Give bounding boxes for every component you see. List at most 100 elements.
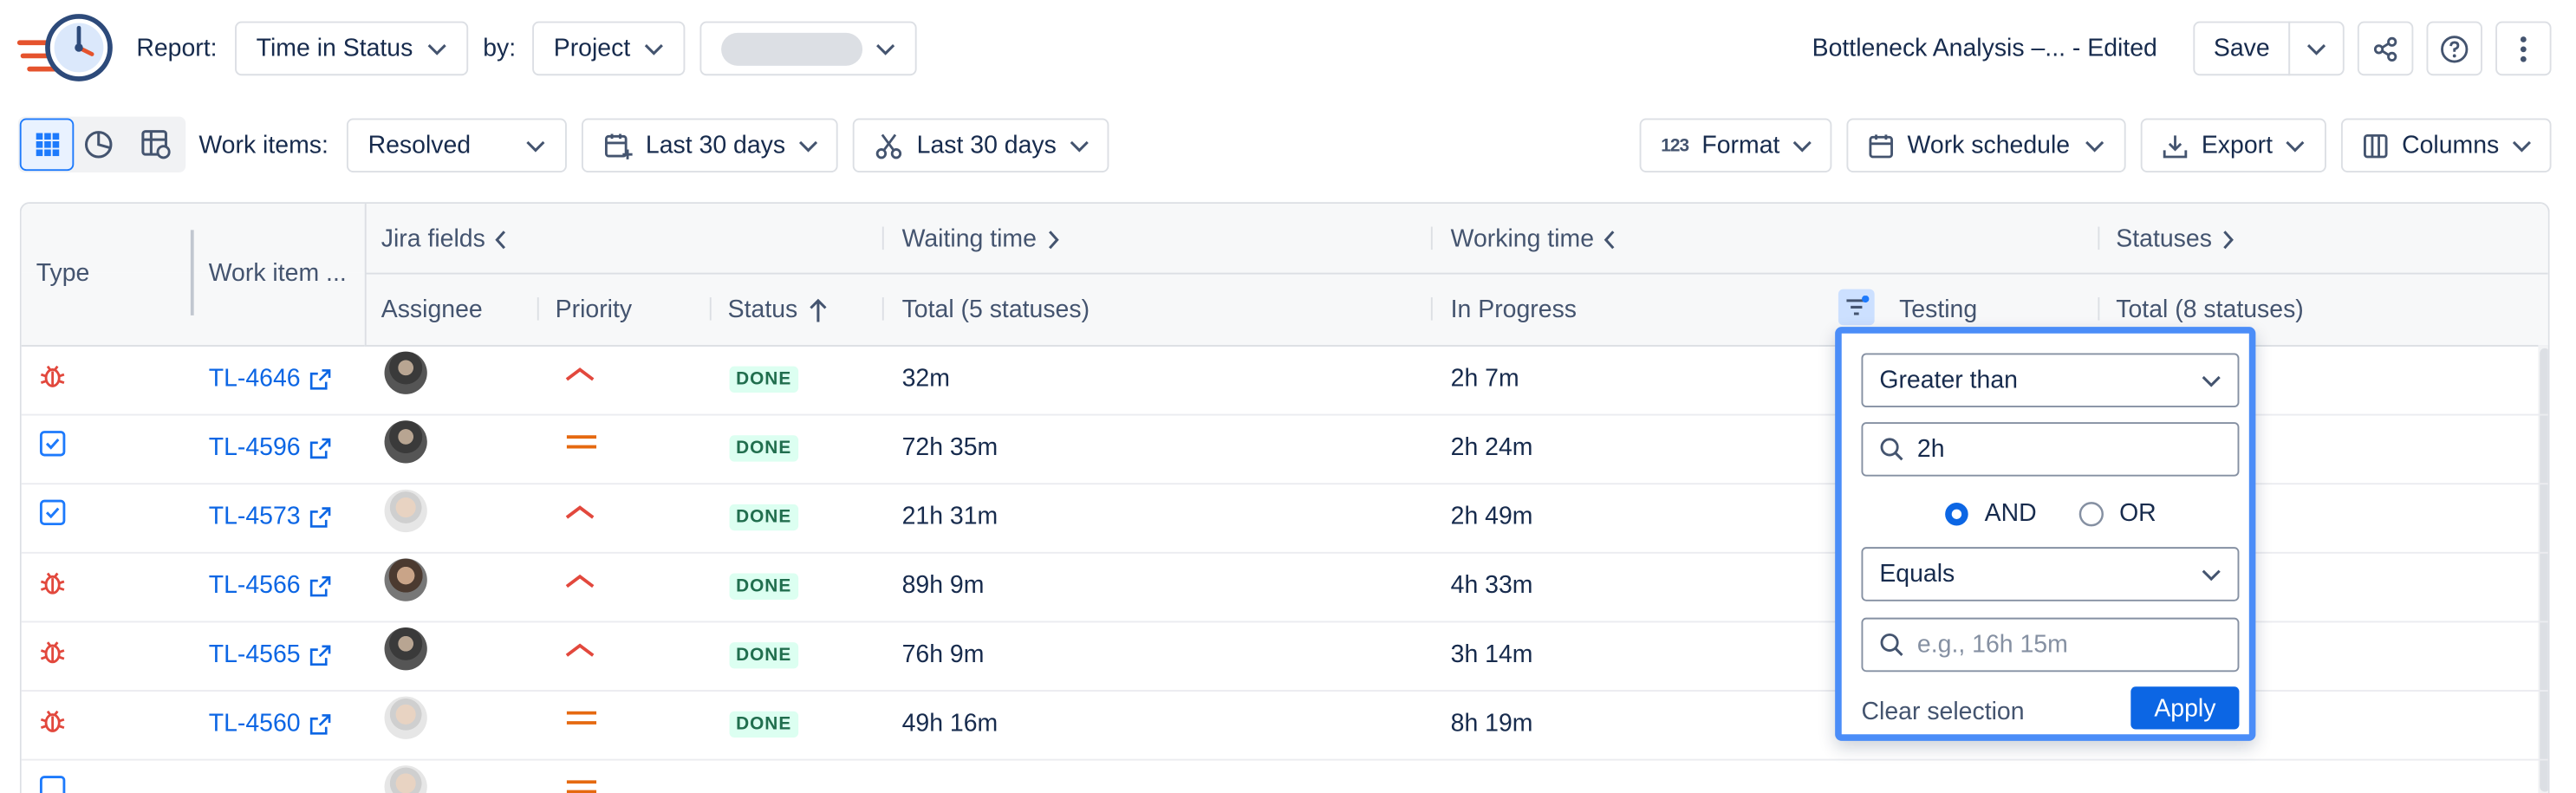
work-item-link[interactable]: TL-4646 [209,365,332,393]
group-header-waiting-time[interactable]: Waiting time [902,225,1060,253]
value-2-placeholder: e.g., 16h 15m [1916,630,2068,660]
date-range-picker-resolved[interactable]: Last 30 days [852,118,1109,173]
external-link-icon [309,574,332,597]
date-range-2-value: Last 30 days [916,131,1057,159]
chart-view-button[interactable] [82,128,115,161]
chevron-right-icon[interactable] [2221,229,2234,249]
in-progress-value: 3h 14m [1450,640,1533,669]
assignee-avatar[interactable] [384,696,427,739]
report-label: Report: [136,34,218,63]
group-header-statuses[interactable]: Statuses [2116,225,2234,253]
assignee-avatar[interactable] [384,765,427,793]
column-header-waiting-total[interactable]: Total (5 statuses) [902,296,1090,323]
in-progress-header-label: In Progress [1450,296,1577,324]
status-badge: DONE [729,642,798,669]
status-badge: DONE [729,435,798,462]
logic-or-label: OR [2119,499,2156,528]
column-header-assignee[interactable]: Assignee [381,296,483,323]
help-button[interactable] [2426,21,2482,76]
column-header-in-progress[interactable]: In Progress [1451,296,1577,323]
format-dropdown[interactable]: 123 Format [1639,118,1832,173]
date-range-picker-created[interactable]: Last 30 days [581,118,838,173]
report-type-dropdown[interactable]: Time in Status [235,21,469,76]
condition-1-select[interactable]: Greater than [1861,353,2240,408]
assignee-avatar[interactable] [384,351,427,394]
statuses-label: Statuses [2116,224,2212,253]
status-badge: DONE [729,711,798,738]
condition-2-select[interactable]: Equals [1861,547,2240,601]
project-dropdown[interactable] [699,21,917,76]
more-options-button[interactable] [2495,21,2552,76]
assignee-avatar[interactable] [384,558,427,601]
pivot-view-button[interactable] [140,128,172,161]
column-header-statuses-total[interactable]: Total (8 statuses) [2116,296,2303,323]
work-items-value: Resolved [368,131,472,159]
question-circle-icon [2440,34,2469,63]
work-item-key: TL-4573 [208,502,301,531]
work-item-link[interactable]: TL-4596 [209,433,332,462]
grid-view-button[interactable] [19,118,75,172]
save-options-button[interactable] [2288,21,2345,76]
column-header-status[interactable]: Status [728,296,828,323]
in-progress-value: 2h 7m [1450,364,1519,393]
format-label: Format [1701,131,1780,159]
value-2-input[interactable]: e.g., 16h 15m [1861,617,2240,673]
columns-label: Columns [2402,131,2500,159]
external-link-icon [309,712,332,736]
value-1-input[interactable]: 2h [1861,422,2240,477]
export-dropdown[interactable]: Export [2140,118,2326,173]
column-header-testing[interactable]: Testing [1899,296,1977,323]
search-icon [1879,437,1903,461]
work-items-dropdown[interactable]: Resolved [346,118,567,173]
group-header-working-time[interactable]: Working time [1451,225,1617,253]
work-item-key: TL-4565 [208,640,301,669]
work-item-link[interactable]: TL-4573 [209,503,332,530]
clear-selection-button[interactable]: Clear selection [1861,699,2024,726]
table-row-partial[interactable] [22,759,2548,793]
share-button[interactable] [2357,21,2414,76]
assignee-avatar[interactable] [384,627,427,671]
logic-or-radio[interactable]: OR [2078,499,2156,527]
column-header-work-item[interactable]: Work item ... [209,259,347,287]
work-item-link[interactable]: TL-4565 [209,640,332,668]
external-link-icon [309,505,332,529]
calendar-icon [1868,133,1894,159]
assignee-avatar[interactable] [384,420,427,464]
app-logo-icon [16,10,119,85]
waiting-total-value: 89h 9m [901,571,985,600]
priority-header-label: Priority [555,296,633,324]
group-header-jira-fields[interactable]: Jira fields [381,225,509,253]
export-label: Export [2201,131,2274,159]
app-root: Report: Time in Status by: Project Bottl… [0,0,2576,793]
chevron-down-icon [798,139,818,152]
chevron-down-icon [2202,374,2221,387]
column-header-priority[interactable]: Priority [556,296,632,323]
column-filter-button[interactable] [1838,289,1875,326]
type-header-label: Type [36,259,90,288]
save-button[interactable]: Save [2193,21,2291,76]
group-by-dropdown[interactable]: Project [532,21,686,76]
chevron-down-icon [1070,139,1090,152]
chevron-left-icon[interactable] [1603,229,1617,249]
chevron-left-icon[interactable] [495,229,508,249]
logic-and-radio[interactable]: AND [1943,499,2037,527]
external-link-icon [309,643,332,666]
chevron-right-icon[interactable] [1046,229,1059,249]
columns-dropdown[interactable]: Columns [2340,118,2552,173]
column-header-type[interactable]: Type [36,259,90,287]
save-button-label: Save [2213,34,2270,63]
columns-icon [2363,133,2389,159]
apply-button[interactable]: Apply [2130,686,2240,730]
bug-icon [38,706,68,736]
external-link-icon [309,367,332,391]
report-type-value: Time in Status [256,34,413,63]
work-schedule-dropdown[interactable]: Work schedule [1846,118,2126,173]
assignee-avatar[interactable] [384,489,427,533]
number-format-icon: 123 [1661,135,1689,156]
filter-icon [1844,296,1870,319]
chevron-down-icon [526,139,546,152]
by-label: by: [483,34,517,63]
work-item-link[interactable]: TL-4566 [209,572,332,600]
work-item-link[interactable]: TL-4560 [209,710,332,738]
sort-ascending-icon[interactable] [808,296,828,322]
